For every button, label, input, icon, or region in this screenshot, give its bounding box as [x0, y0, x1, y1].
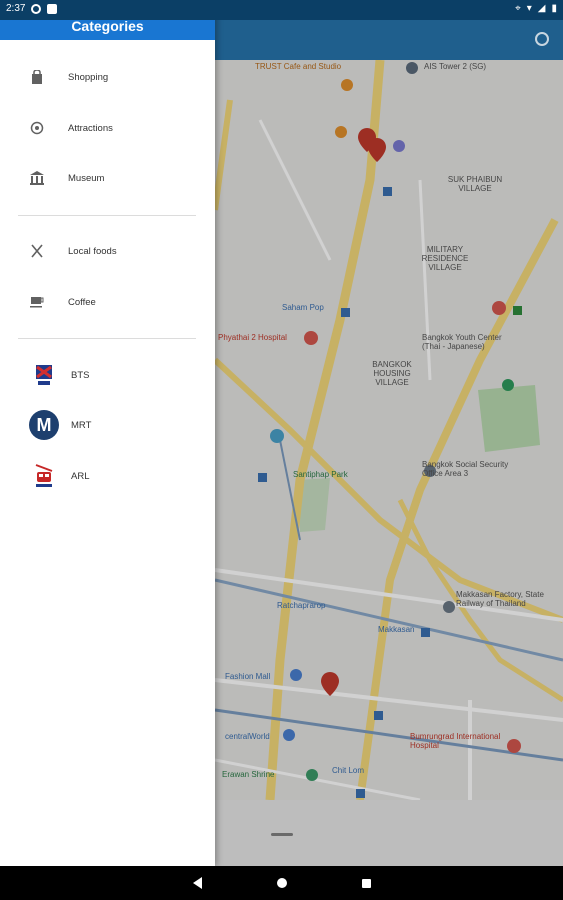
mrt-logo-icon: M: [29, 410, 59, 440]
drawer-title: Categories: [71, 18, 144, 34]
status-time: 2:37: [6, 3, 26, 14]
back-icon[interactable]: [192, 877, 202, 889]
menu-item-label: Coffee: [68, 296, 96, 308]
menu-item-label: ARL: [71, 470, 90, 482]
signal-icon: ◢: [537, 3, 546, 14]
menu-item-arl[interactable]: ARL: [0, 451, 215, 501]
menu-item-label: MRT: [71, 419, 92, 431]
navigation-drawer: Categories Shopping Attractions Museum L…: [0, 0, 215, 866]
fork-knife-icon: [29, 243, 45, 259]
location-icon: ⌖: [515, 3, 521, 14]
arl-logo-icon: [29, 461, 59, 491]
menu-item-label: Shopping: [68, 71, 109, 83]
battery-icon: ▮: [551, 3, 557, 14]
menu-item-coffee[interactable]: Coffee: [0, 277, 215, 327]
menu-item-label: Local foods: [68, 245, 117, 257]
notification-icon: [31, 3, 42, 14]
coffee-cup-icon: [29, 294, 45, 310]
menu-item-museum[interactable]: Museum: [0, 153, 215, 203]
menu-item-local-foods[interactable]: Local foods: [0, 226, 215, 276]
menu-item-label: BTS: [71, 369, 90, 381]
divider: [18, 338, 196, 339]
shopping-bag-icon: [29, 69, 45, 85]
menu-item-bts[interactable]: BTS: [0, 350, 215, 400]
menu-item-label: Attractions: [68, 122, 113, 134]
home-icon[interactable]: [276, 878, 287, 888]
recent-apps-icon[interactable]: [361, 878, 371, 888]
status-bar: 2:37 ⌖ ▾ ◢ ▮: [0, 0, 563, 20]
sheet-drag-handle[interactable]: [271, 833, 293, 836]
menu-item-shopping[interactable]: Shopping: [0, 52, 215, 102]
museum-icon: [29, 170, 45, 186]
wifi-icon: ▾: [526, 3, 532, 14]
sd-card-icon: [47, 3, 58, 14]
attractions-icon: [29, 120, 45, 136]
bts-logo-icon: [29, 360, 59, 390]
menu-item-mrt[interactable]: M MRT: [0, 400, 215, 450]
menu-item-label: Museum: [68, 172, 105, 184]
my-location-icon[interactable]: [535, 32, 549, 46]
divider: [18, 215, 196, 216]
menu-item-attractions[interactable]: Attractions: [0, 103, 215, 153]
system-nav-bar: [0, 866, 563, 900]
